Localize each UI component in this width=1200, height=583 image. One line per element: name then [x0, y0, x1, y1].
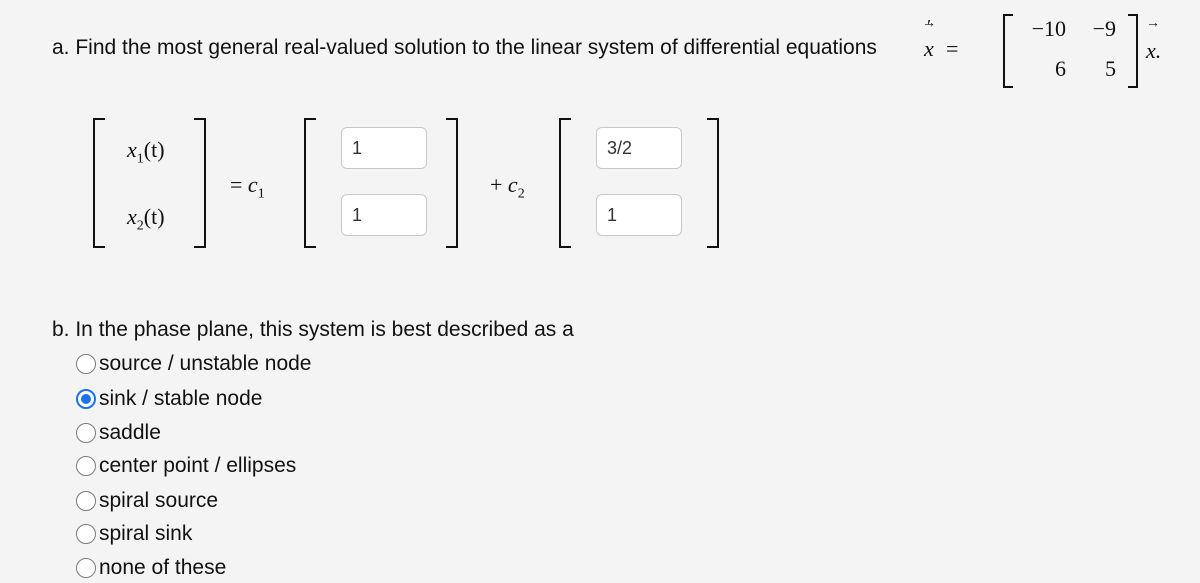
radio-unselected-icon[interactable]	[76, 456, 96, 476]
v1-component-2-input[interactable]	[341, 194, 427, 236]
x2-of-t: x2(t)	[127, 204, 165, 234]
option-label: spiral sink	[99, 522, 193, 545]
plus-c2: + c2	[490, 172, 525, 202]
matrix-cell-22: 5	[1105, 56, 1116, 81]
radio-unselected-icon[interactable]	[76, 524, 96, 544]
radio-unselected-icon[interactable]	[76, 354, 96, 374]
option-label: center point / ellipses	[99, 454, 297, 477]
option-spiral-source[interactable]: spiral source	[76, 486, 218, 516]
matrix-left-bracket	[1003, 14, 1013, 88]
matrix-cell-11: −10	[1031, 16, 1066, 41]
part-a-prompt: a. Find the most general real-valued sol…	[52, 36, 877, 59]
v2-component-2-input[interactable]	[596, 194, 682, 236]
matrix-cell-12: −9	[1092, 16, 1116, 41]
solution-right-bracket	[194, 118, 206, 248]
radio-unselected-icon[interactable]	[76, 423, 96, 443]
v2-component-1-input[interactable]	[596, 127, 682, 169]
option-label: saddle	[99, 421, 161, 444]
equals-sign: =	[946, 36, 959, 61]
part-b-prompt: b. In the phase plane, this system is be…	[52, 318, 574, 341]
option-center-point-ellipses[interactable]: center point / ellipses	[76, 451, 296, 481]
x1-of-t: x1(t)	[127, 137, 165, 167]
matrix-cell-21: 6	[1055, 56, 1066, 81]
option-label: source / unstable node	[99, 352, 312, 375]
radio-selected-icon[interactable]	[76, 389, 96, 409]
radio-unselected-icon[interactable]	[76, 558, 96, 578]
matrix-right-bracket	[1128, 14, 1138, 88]
solution-left-bracket	[93, 118, 105, 248]
vector-arrow-icon: →	[1146, 16, 1160, 31]
rhs-vector-x: → x.	[1146, 16, 1162, 63]
v1-component-1-input[interactable]	[341, 127, 427, 169]
option-spiral-sink[interactable]: spiral sink	[76, 519, 192, 549]
option-label: none of these	[99, 556, 227, 579]
option-source-unstable-node[interactable]: source / unstable node	[76, 349, 311, 379]
option-label: sink / stable node	[99, 387, 263, 410]
option-label: spiral source	[99, 489, 219, 512]
v2-left-bracket	[559, 118, 571, 248]
option-sink-stable-node[interactable]: sink / stable node	[76, 384, 262, 414]
v1-right-bracket	[446, 118, 458, 248]
v1-left-bracket	[304, 118, 316, 248]
option-none-of-these[interactable]: none of these	[76, 553, 226, 583]
lhs-vector-x: → x	[922, 16, 936, 61]
equals-c1: = c1	[230, 172, 265, 202]
prime-mark: ′	[926, 16, 930, 36]
radio-unselected-icon[interactable]	[76, 491, 96, 511]
option-saddle[interactable]: saddle	[76, 418, 161, 448]
v2-right-bracket	[707, 118, 719, 248]
